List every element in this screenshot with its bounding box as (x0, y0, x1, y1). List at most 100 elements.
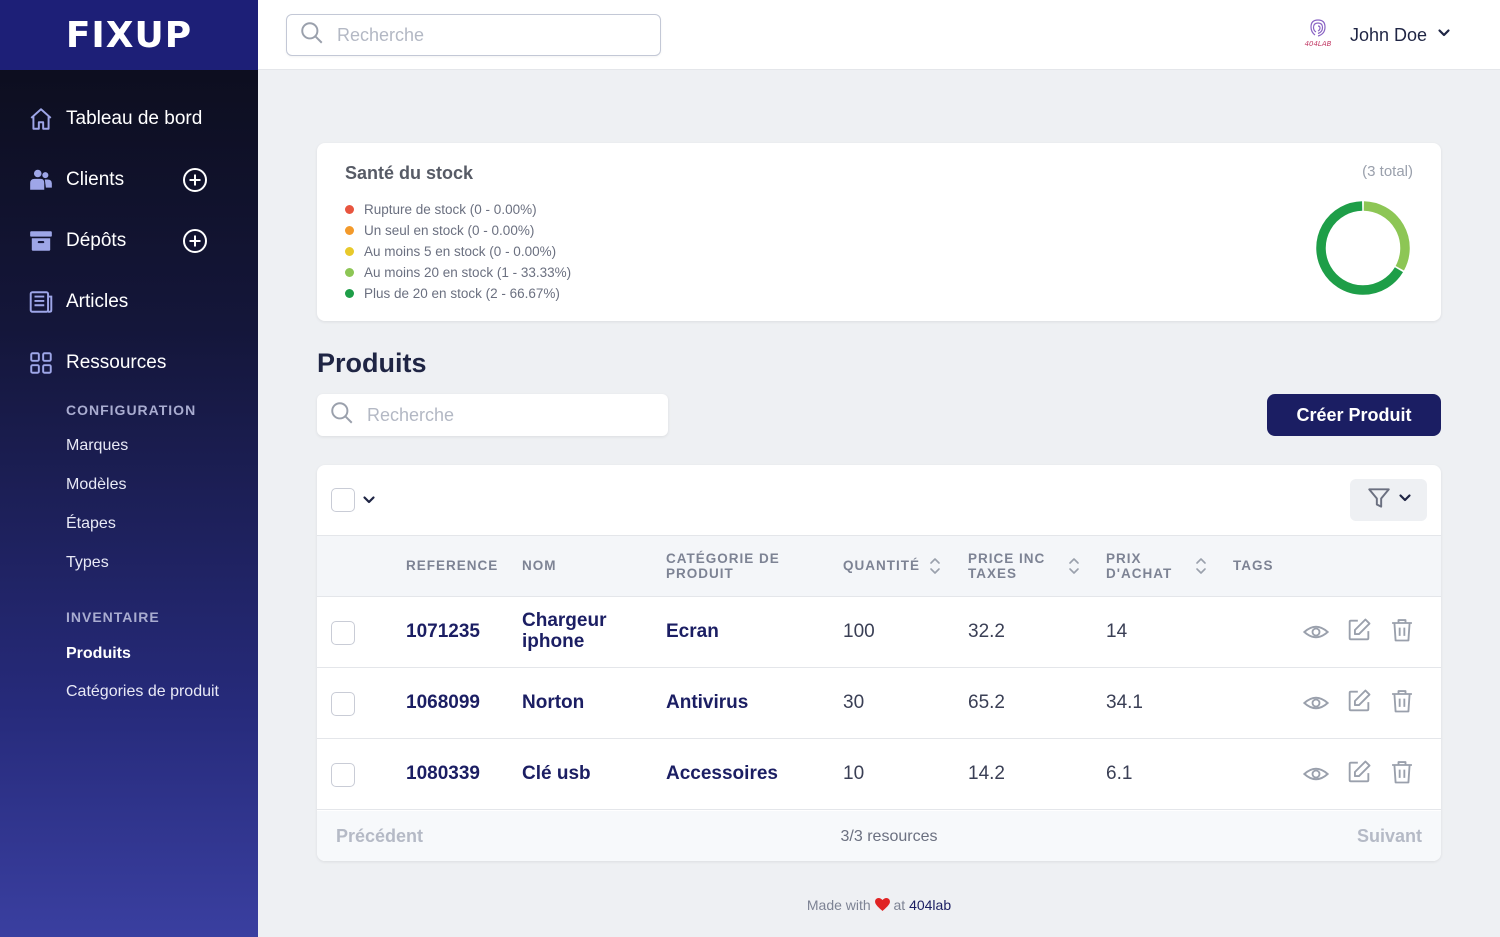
legend-dot (345, 289, 354, 298)
cell-reference[interactable]: 1071235 (406, 621, 480, 643)
cell-quantite: 10 (843, 763, 865, 784)
col-price-line2: TAXES (968, 566, 1018, 581)
user-name: John Doe (1350, 24, 1428, 45)
col-categorie[interactable]: CATÉGORIE DE PRODUIT (666, 551, 780, 581)
sidebar-item-label: Dépôts (66, 230, 127, 251)
global-search-input[interactable] (337, 24, 637, 46)
footer-at: at (893, 897, 906, 913)
trash-icon[interactable] (1388, 687, 1416, 715)
sidebar-item-label: Ressources (66, 352, 167, 373)
legend-label: Plus de 20 en stock (2 - 66.67%) (364, 286, 560, 301)
cell-nom[interactable]: Chargeur iphone (522, 610, 606, 652)
cell-achat: 6.1 (1106, 763, 1133, 784)
edit-icon[interactable] (1345, 758, 1373, 786)
table-row[interactable]: 1068099 Norton Antivirus 30 65.2 34.1 (317, 668, 1441, 739)
col-nom[interactable]: NOM (522, 558, 557, 573)
col-achat-line1: PRIX (1106, 551, 1142, 566)
product-search-input[interactable] (367, 404, 667, 426)
footer-made-with: Made with (806, 897, 871, 913)
sort-icon[interactable] (1066, 556, 1082, 581)
sidebar-subitem-etapes[interactable]: Étapes (66, 515, 116, 533)
avatar-logo-text: 404LAB (1305, 40, 1332, 48)
cell-nom[interactable]: Norton (522, 692, 584, 714)
pagination-info: 3/3 resources (840, 828, 938, 845)
select-menu-chevron-icon[interactable] (362, 493, 376, 512)
home-icon (28, 106, 54, 132)
select-all-checkbox[interactable] (331, 488, 355, 512)
cell-price: 32.2 (968, 621, 1005, 642)
col-price-line1: PRICE INC (968, 551, 1046, 566)
cell-quantite: 100 (843, 621, 875, 642)
col-reference[interactable]: REFERENCE (406, 558, 498, 573)
legend-item: Rupture de stock (0 - 0.00%) (345, 199, 571, 220)
trash-icon[interactable] (1388, 616, 1416, 644)
create-product-button[interactable]: Créer Produit (1267, 394, 1441, 436)
app-logo[interactable]: FIXUP (66, 15, 192, 56)
legend-item: Un seul en stock (0 - 0.00%) (345, 220, 571, 241)
edit-icon[interactable] (1345, 616, 1373, 644)
cell-categorie[interactable]: Antivirus (666, 692, 748, 714)
cell-reference[interactable]: 1068099 (406, 692, 480, 714)
sidebar-item-clients[interactable]: Clients (0, 160, 258, 200)
cell-nom-line2: iphone (522, 631, 585, 652)
sidebar-subitem-modeles[interactable]: Modèles (66, 476, 126, 494)
sidebar-item-articles[interactable]: Articles (0, 282, 258, 322)
legend-label: Rupture de stock (0 - 0.00%) (364, 202, 537, 217)
users-icon (28, 167, 54, 193)
sort-icon[interactable] (927, 556, 943, 581)
cell-reference[interactable]: 1080339 (406, 763, 480, 785)
logo-bar: FIXUP (0, 0, 258, 70)
global-search (286, 14, 661, 56)
filter-icon (1366, 485, 1392, 516)
row-checkbox[interactable] (331, 763, 355, 787)
eye-icon[interactable] (1302, 689, 1330, 717)
footer-lab-link[interactable]: 404lab (909, 897, 951, 913)
sort-icon[interactable] (1193, 556, 1209, 581)
stock-total: (3 total) (1362, 163, 1413, 180)
sidebar-subitem-produits[interactable]: Produits (66, 645, 131, 663)
sidebar-subitem-categories-de-produit[interactable]: Catégories de produit (66, 683, 219, 701)
col-prix-achat[interactable]: PRIX D'ACHAT (1106, 551, 1172, 581)
row-checkbox[interactable] (331, 692, 355, 716)
sidebar-item-tableau-de-bord[interactable]: Tableau de bord (0, 99, 258, 139)
cell-achat: 14 (1106, 621, 1128, 642)
user-menu[interactable]: 404LAB John Doe (1298, 14, 1451, 56)
sidebar-item-label: Clients (66, 169, 125, 190)
eye-icon[interactable] (1302, 618, 1330, 646)
legend-label: Un seul en stock (0 - 0.00%) (364, 223, 535, 238)
page-title: Produits (317, 348, 427, 378)
stock-legend: Rupture de stock (0 - 0.00%) Un seul en s… (345, 199, 571, 304)
cell-categorie[interactable]: Ecran (666, 621, 719, 643)
legend-item: Au moins 5 en stock (0 - 0.00%) (345, 241, 571, 262)
cell-achat: 34.1 (1106, 692, 1143, 713)
legend-dot (345, 205, 354, 214)
chevron-down-icon (1398, 491, 1412, 510)
sidebar-item-depots[interactable]: Dépôts (0, 221, 258, 261)
cell-nom[interactable]: Clé usb (522, 763, 591, 785)
donut-slice (1363, 201, 1410, 271)
newspaper-icon (28, 289, 54, 315)
legend-item: Au moins 20 en stock (1 - 33.33%) (345, 262, 571, 283)
edit-icon[interactable] (1345, 687, 1373, 715)
col-quantite[interactable]: QUANTITÉ (843, 558, 920, 573)
cell-price: 14.2 (968, 763, 1005, 784)
row-checkbox[interactable] (331, 621, 355, 645)
sidebar-subitem-marques[interactable]: Marques (66, 437, 128, 455)
next-button[interactable]: Suivant (1357, 826, 1422, 847)
add-client-icon[interactable] (182, 167, 208, 193)
add-depot-icon[interactable] (182, 228, 208, 254)
table-row[interactable]: 1080339 Clé usb Accessoires 10 14.2 6.1 (317, 739, 1441, 810)
sidebar-item-ressources[interactable]: Ressources (0, 343, 258, 383)
col-achat-line2: D'ACHAT (1106, 566, 1173, 581)
sidebar-subitem-types[interactable]: Types (66, 554, 109, 572)
cell-quantite: 30 (843, 692, 865, 713)
cell-price: 65.2 (968, 692, 1005, 713)
filter-button[interactable] (1350, 479, 1427, 521)
cell-categorie[interactable]: Accessoires (666, 763, 778, 785)
eye-icon[interactable] (1302, 760, 1330, 788)
configuration-heading: CONFIGURATION (66, 402, 197, 418)
trash-icon[interactable] (1388, 758, 1416, 786)
sidebar-item-label: Articles (66, 291, 129, 312)
table-row[interactable]: 1071235 Chargeur iphone Ecran 100 32.2 1… (317, 597, 1441, 668)
col-price-inc-taxes[interactable]: PRICE INC TAXES (968, 551, 1045, 581)
